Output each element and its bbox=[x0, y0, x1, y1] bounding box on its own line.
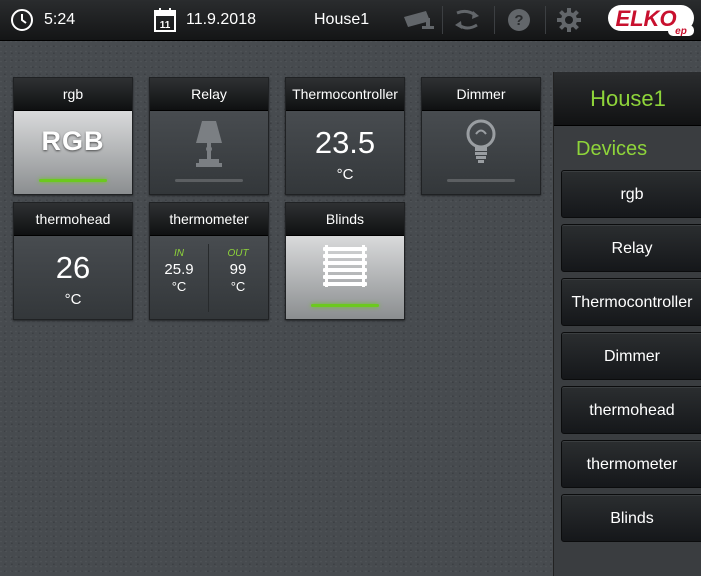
device-button-blinds[interactable]: Blinds bbox=[561, 494, 701, 542]
tile-thermocontroller[interactable]: Thermocontroller 23.5 °C bbox=[285, 77, 405, 195]
tile-blinds[interactable]: Blinds bbox=[285, 202, 405, 320]
outdoor-reading: OUT 99 °C bbox=[209, 236, 267, 319]
tile-title: Relay bbox=[150, 78, 268, 111]
device-button-dimmer[interactable]: Dimmer bbox=[561, 332, 701, 380]
indoor-reading: IN 25.9 °C bbox=[150, 236, 208, 319]
tile-title: Blinds bbox=[286, 203, 404, 236]
tile-thermohead[interactable]: thermohead 26 °C bbox=[13, 202, 133, 320]
house-name: House1 bbox=[314, 11, 370, 28]
toolbar-divider bbox=[442, 6, 443, 34]
tile-title: thermohead bbox=[14, 203, 132, 236]
svg-text:?: ? bbox=[514, 12, 523, 29]
settings-icon[interactable] bbox=[556, 7, 582, 38]
out-value: 99 bbox=[229, 261, 247, 278]
in-label: IN bbox=[174, 248, 184, 259]
temperature-value: 26 bbox=[55, 250, 91, 285]
blinds-icon bbox=[321, 243, 369, 296]
toolbar-divider bbox=[545, 6, 546, 34]
tile-title: rgb bbox=[14, 78, 132, 111]
date-display: 11.9.2018 bbox=[186, 11, 256, 28]
devices-panel: House1 Devices rgb Relay Thermocontrolle… bbox=[553, 72, 701, 576]
devices-heading: Devices bbox=[576, 138, 648, 160]
bulb-icon bbox=[466, 117, 496, 174]
tile-title: Dimmer bbox=[422, 78, 540, 111]
temperature-value: 23.5 bbox=[314, 125, 376, 160]
tile-relay[interactable]: Relay bbox=[149, 77, 269, 195]
help-icon[interactable]: ? bbox=[507, 8, 531, 37]
tile-title: thermometer bbox=[150, 203, 268, 236]
status-bar-on bbox=[39, 179, 107, 182]
status-bar-off bbox=[175, 179, 243, 182]
device-button-rgb[interactable]: rgb bbox=[561, 170, 701, 218]
rgb-label: RGB bbox=[41, 126, 105, 156]
in-unit: °C bbox=[171, 279, 187, 294]
tile-rgb[interactable]: rgb RGB bbox=[13, 77, 133, 195]
status-bar-on bbox=[311, 304, 379, 307]
calendar-icon: 11 bbox=[153, 7, 177, 38]
panel-title[interactable]: House1 bbox=[554, 72, 701, 126]
in-value: 25.9 bbox=[164, 261, 194, 278]
table-lamp-icon bbox=[194, 119, 224, 176]
device-button-thermohead[interactable]: thermohead bbox=[561, 386, 701, 434]
calendar-day: 11 bbox=[160, 20, 171, 31]
status-bar-off bbox=[447, 179, 515, 182]
camera-icon[interactable] bbox=[402, 9, 436, 36]
elko-logo: ELKO ep bbox=[606, 3, 696, 42]
clock-icon bbox=[10, 8, 34, 37]
tile-thermometer[interactable]: thermometer IN 25.9 °C OUT 99 °C bbox=[149, 202, 269, 320]
temperature-unit: °C bbox=[64, 291, 82, 308]
device-button-relay[interactable]: Relay bbox=[561, 224, 701, 272]
toolbar-divider bbox=[494, 6, 495, 34]
tile-dimmer[interactable]: Dimmer bbox=[421, 77, 541, 195]
tile-title: Thermocontroller bbox=[286, 78, 404, 111]
scenes-icon[interactable] bbox=[453, 7, 481, 38]
top-bar: 5:24 11 11.9.2018 House1 ? ELKO ep bbox=[0, 0, 701, 41]
out-unit: °C bbox=[230, 279, 246, 294]
device-button-thermometer[interactable]: thermometer bbox=[561, 440, 701, 488]
device-button-thermocontroller[interactable]: Thermocontroller bbox=[561, 278, 701, 326]
svg-text:ELKO: ELKO bbox=[615, 6, 676, 31]
out-label: OUT bbox=[227, 248, 249, 259]
svg-text:ep: ep bbox=[675, 26, 687, 37]
time-display: 5:24 bbox=[44, 11, 76, 28]
temperature-unit: °C bbox=[336, 166, 354, 183]
